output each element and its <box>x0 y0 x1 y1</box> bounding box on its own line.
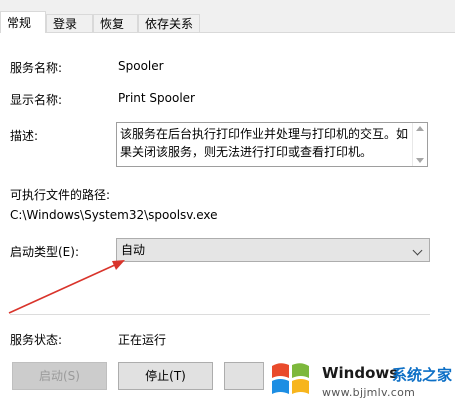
watermark-brand-cn: 系统之家 <box>392 366 453 384</box>
scroll-down-icon[interactable] <box>416 158 424 163</box>
stop-button[interactable]: 停止(T) <box>118 362 213 390</box>
service-status-label: 服务状态: <box>10 333 63 347</box>
startup-type-select[interactable]: 自动 <box>116 238 430 262</box>
exe-path-label: 可执行文件的路径: <box>10 188 111 202</box>
service-status-value: 正在运行 <box>118 333 167 347</box>
tab-logon[interactable]: 登录 <box>46 14 93 32</box>
watermark-brand: Windows <box>322 364 399 382</box>
description-text: 该服务在后台执行打印作业并处理与打印机的交互。如果关闭该服务，则无法进行打印或查… <box>120 127 409 159</box>
pause-button[interactable] <box>224 362 264 390</box>
tab-recovery[interactable]: 恢复 <box>93 14 138 32</box>
tab-general[interactable]: 常规 <box>0 11 46 33</box>
description-label: 描述: <box>10 129 39 143</box>
service-name-value: Spooler <box>118 59 164 73</box>
section-divider <box>10 314 430 315</box>
display-name-value: Print Spooler <box>118 91 195 105</box>
service-name-label: 服务名称: <box>10 61 63 75</box>
start-button[interactable]: 启动(S) <box>12 362 107 390</box>
chevron-down-icon <box>412 245 423 256</box>
display-name-label: 显示名称: <box>10 93 63 107</box>
scroll-up-icon[interactable] <box>416 126 424 131</box>
startup-type-label: 启动类型(E): <box>10 245 79 259</box>
annotation-arrow <box>8 260 125 314</box>
watermark-url: www.bjjmlv.com <box>322 386 416 399</box>
description-textbox[interactable]: 该服务在后台执行打印作业并处理与打印机的交互。如果关闭该服务，则无法进行打印或查… <box>116 122 428 167</box>
description-scrollbar[interactable] <box>412 123 427 166</box>
startup-type-value: 自动 <box>121 243 146 257</box>
windows-logo-icon <box>272 363 309 394</box>
tab-dependencies[interactable]: 依存关系 <box>138 14 200 32</box>
exe-path-value: C:\Windows\System32\spoolsv.exe <box>10 208 218 222</box>
